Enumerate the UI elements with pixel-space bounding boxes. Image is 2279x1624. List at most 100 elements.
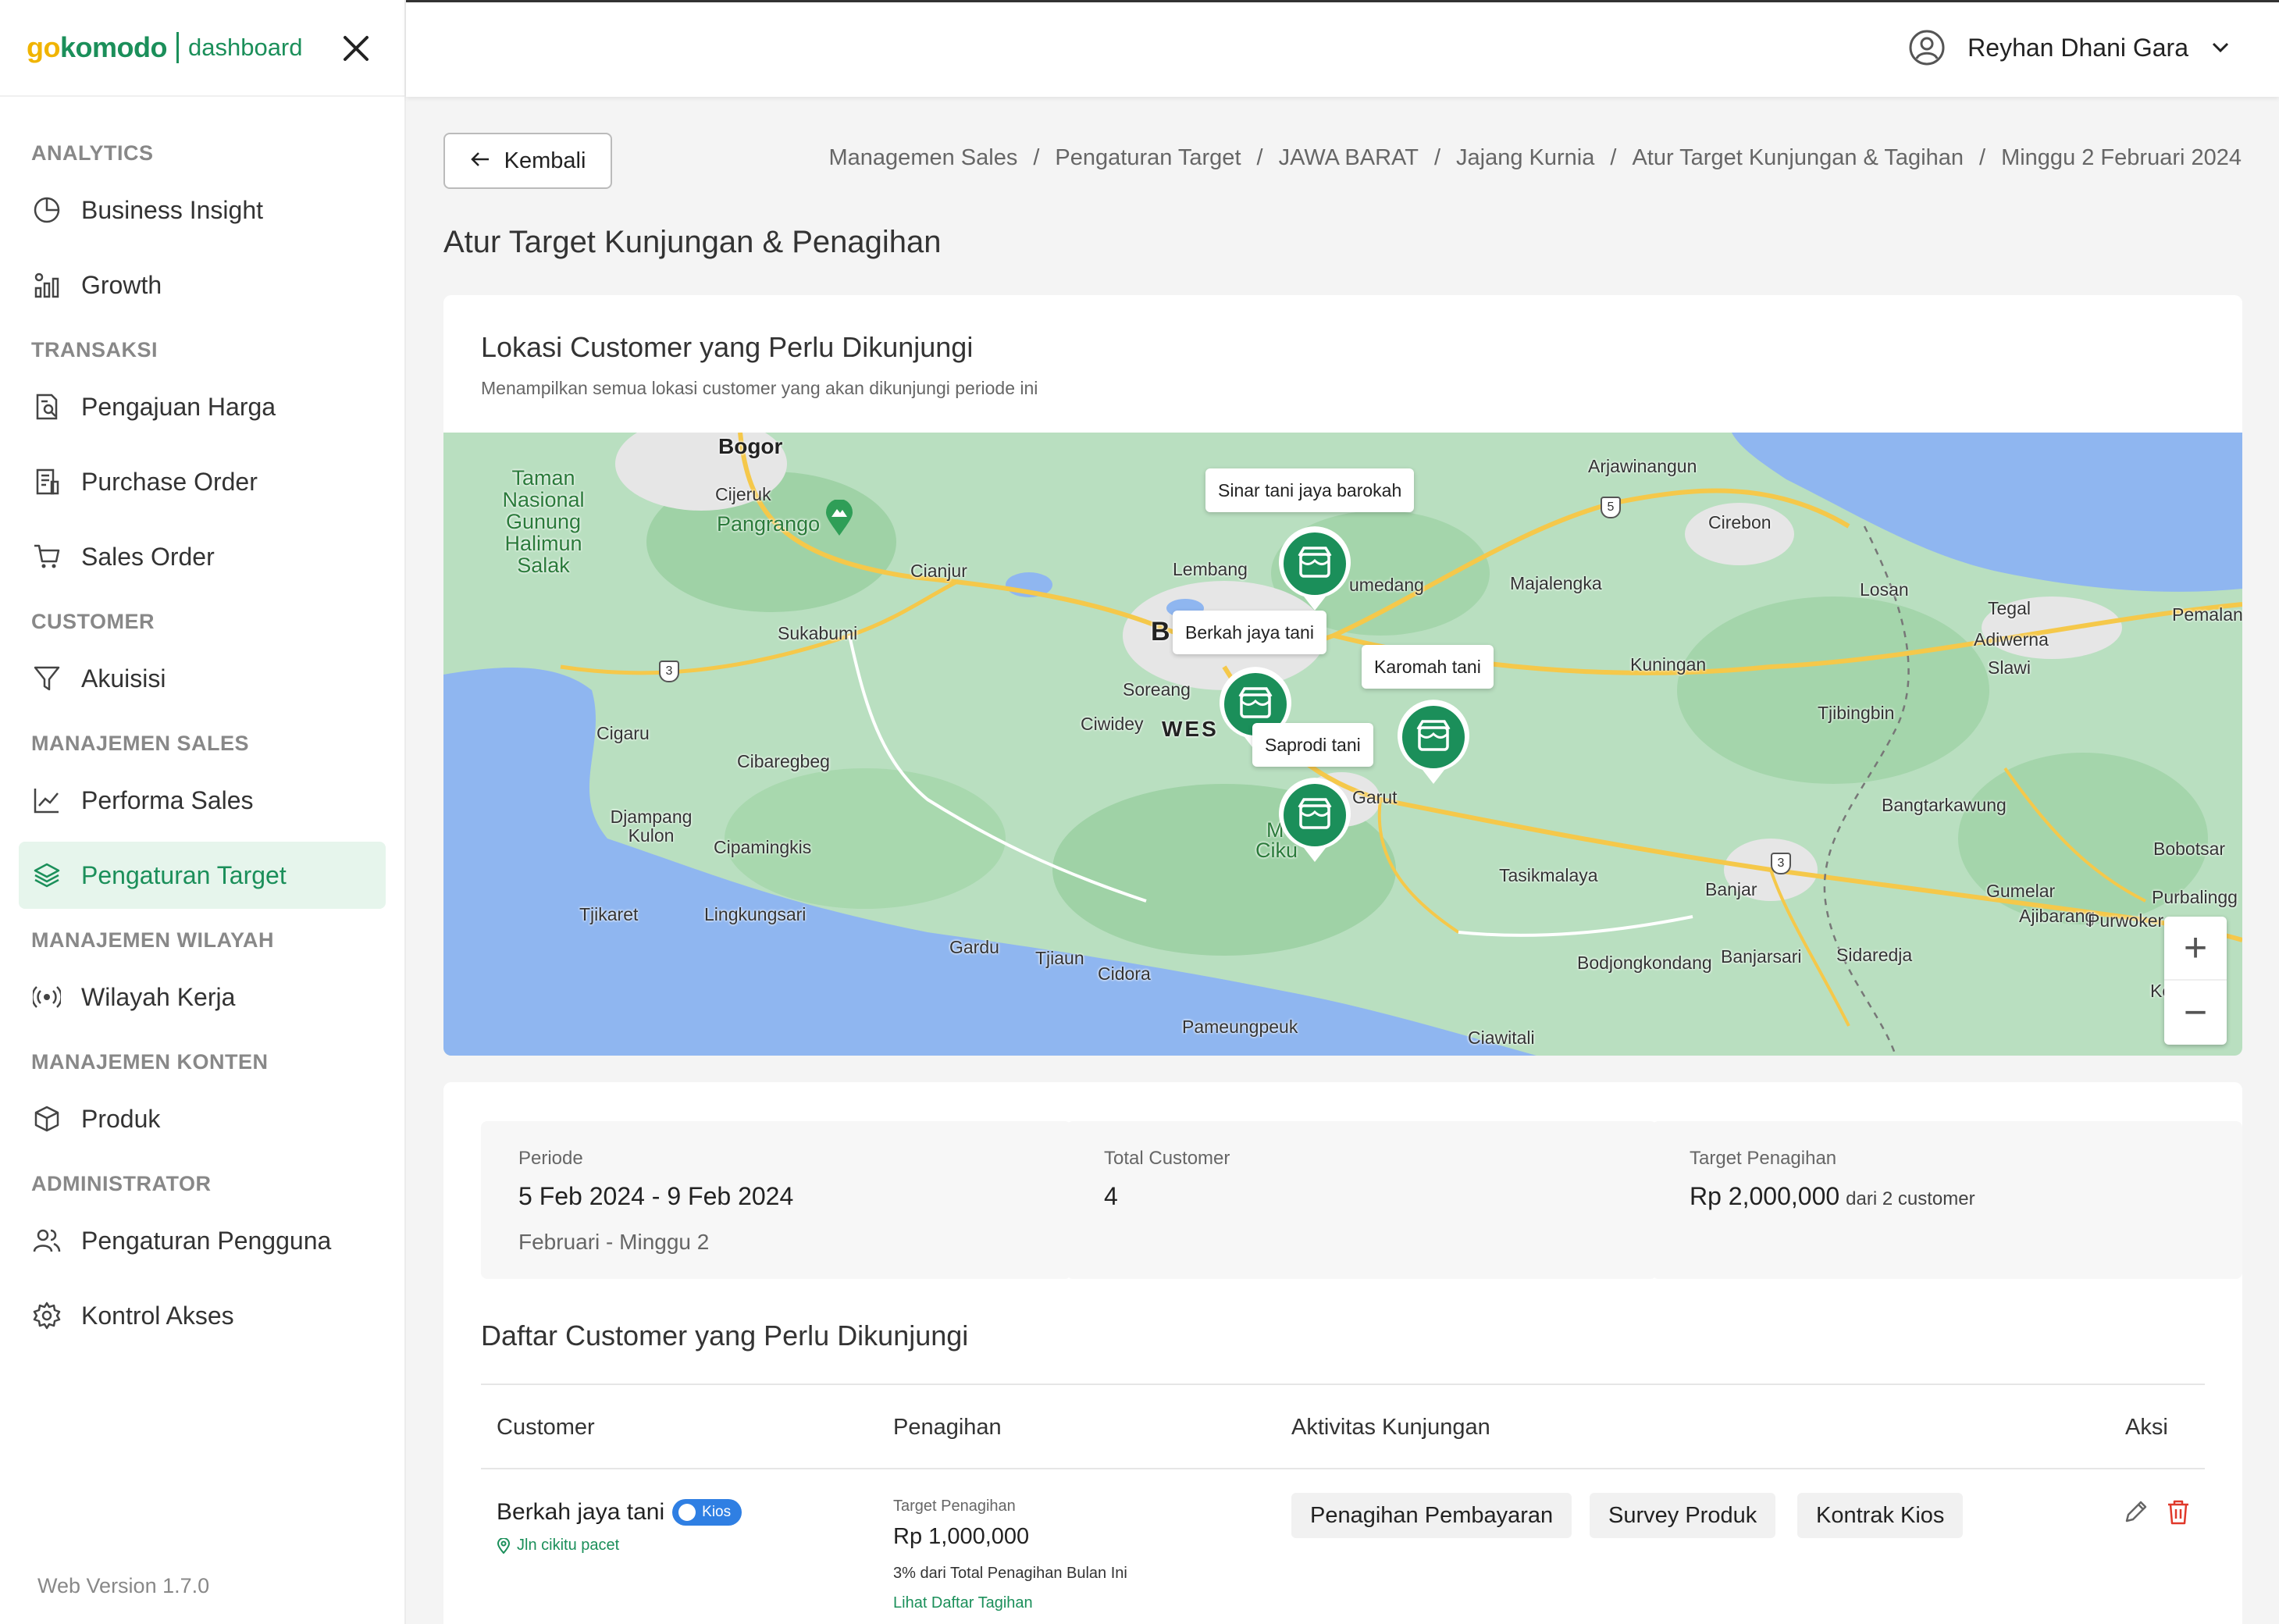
- sidebar-item-label: Wilayah Kerja: [81, 982, 236, 1011]
- logo-divider: [176, 32, 179, 63]
- road-shield-icon: 5: [1601, 497, 1621, 518]
- cart-icon: [31, 541, 62, 572]
- store-icon: [678, 1504, 696, 1521]
- sidebar-item-growth[interactable]: Growth: [19, 251, 386, 319]
- map-label: umedang: [1349, 575, 1424, 595]
- map-label: Sukabumi: [778, 623, 858, 643]
- view-invoices-link[interactable]: Lihat Daftar Tagihan: [893, 1594, 1033, 1612]
- nav-group-label: CUSTOMER: [31, 610, 155, 633]
- breadcrumb-item[interactable]: Pengaturan Target: [1055, 145, 1241, 171]
- invoice-icon: [31, 466, 62, 497]
- stat-periode: Periode 5 Feb 2024 - 9 Feb 2024 Februari…: [481, 1121, 1071, 1279]
- sidebar-item-pengaturan-pengguna[interactable]: Pengaturan Pengguna: [19, 1207, 386, 1274]
- pin-tooltip: Berkah jaya tani: [1173, 611, 1326, 654]
- zoom-out-button[interactable]: −: [2164, 981, 2227, 1045]
- edit-icon[interactable]: [2122, 1498, 2150, 1526]
- sidebar-item-produk[interactable]: Produk: [19, 1085, 386, 1152]
- sidebar-item-label: Pengajuan Harga: [81, 392, 276, 421]
- map-label: Purwoker: [2088, 910, 2164, 931]
- line-chart-icon: [31, 785, 62, 816]
- user-menu[interactable]: Reyhan Dhani Gara: [1908, 29, 2232, 66]
- map-label: Purbalingg: [2152, 887, 2238, 907]
- nav-group-label: MANAJEMEN KONTEN: [31, 1050, 269, 1074]
- top-header: Reyhan Dhani Gara: [406, 0, 2279, 97]
- store-pin-icon[interactable]: [1277, 526, 1352, 612]
- web-version: Web Version 1.7.0: [37, 1574, 210, 1597]
- delete-icon[interactable]: [2164, 1498, 2192, 1526]
- location-pin-icon: [497, 1537, 511, 1554]
- pin-tooltip: Sinar tani jaya barokah: [1205, 468, 1415, 512]
- growth-chart-icon: [31, 269, 62, 301]
- sidebar-item-kontrol-akses[interactable]: Kontrol Akses: [19, 1282, 386, 1349]
- gear-icon: [31, 1300, 62, 1331]
- sidebar-item-performa-sales[interactable]: Performa Sales: [19, 767, 386, 834]
- map-card-subtitle: Menampilkan semua lokasi customer yang a…: [481, 378, 1038, 398]
- nav-group-label: MANAJEMEN WILAYAH: [31, 928, 275, 952]
- user-avatar-icon: [1909, 30, 1945, 66]
- store-pin-icon[interactable]: [1396, 700, 1471, 785]
- column-header: Penagihan: [893, 1415, 1002, 1440]
- map-label: Cijeruk: [715, 484, 771, 504]
- table-header: Customer Penagihan Aktivitas Kunjungan A…: [481, 1384, 2205, 1469]
- map-label: Kuningan: [1630, 654, 1707, 675]
- activity-chip: Kontrak Kios: [1797, 1493, 1964, 1538]
- map-zoom-control: + −: [2164, 917, 2227, 1045]
- map-label: Tasikmalaya: [1499, 865, 1598, 885]
- stat-target-penagihan: Target Penagihan Rp 2,000,000 dari 2 cust…: [1652, 1121, 2242, 1279]
- map-label: Tjiaun: [1035, 948, 1084, 968]
- price-doc-icon: [31, 391, 62, 422]
- customer-list-card: Periode 5 Feb 2024 - 9 Feb 2024 Februari…: [443, 1082, 2242, 1624]
- sidebar-item-akuisisi[interactable]: Akuisisi: [19, 645, 386, 712]
- sidebar-item-pengaturan-target[interactable]: Pengaturan Target: [19, 842, 386, 909]
- chevron-down-icon: [2212, 42, 2229, 53]
- sidebar-item-purchase-order[interactable]: Purchase Order: [19, 448, 386, 515]
- nav-group-label: ADMINISTRATOR: [31, 1172, 212, 1195]
- map-label: Ciwidey: [1081, 714, 1144, 734]
- store-pin-icon[interactable]: [1277, 778, 1352, 864]
- map-label: Tjikaret: [579, 904, 639, 924]
- breadcrumb-item[interactable]: Jajang Kurnia: [1456, 145, 1594, 171]
- map-card-title: Lokasi Customer yang Perlu Dikunjungi: [481, 331, 974, 363]
- sidebar-item-pengajuan-harga[interactable]: Pengajuan Harga: [19, 373, 386, 440]
- list-title: Daftar Customer yang Perlu Dikunjungi: [481, 1320, 969, 1352]
- zoom-in-button[interactable]: +: [2164, 917, 2227, 981]
- logo-suffix: dashboard: [187, 34, 303, 61]
- map-view[interactable]: Bogor Taman Nasional Gunung Halimun Sala…: [443, 433, 2242, 1056]
- sidebar: gokomodo dashboard ANALYTICS Business In…: [0, 0, 406, 1624]
- sidebar-item-label: Pengaturan Target: [81, 860, 287, 889]
- map-label: Garut: [1352, 787, 1398, 807]
- breadcrumb-item[interactable]: JAWA BARAT: [1279, 145, 1419, 171]
- sidebar-item-label: Business Insight: [81, 195, 264, 224]
- map-label: Ajibarang: [2019, 906, 2096, 926]
- map-label: Cianjur: [910, 561, 967, 581]
- stat-subtext: Februari - Minggu 2: [518, 1230, 710, 1254]
- users-icon: [31, 1225, 62, 1256]
- kios-badge: Kios: [672, 1499, 742, 1526]
- logo-row: gokomodo dashboard: [0, 0, 404, 97]
- broadcast-icon: [31, 981, 62, 1013]
- layers-icon: [31, 860, 62, 891]
- map-label: Djampang Kulon: [610, 807, 693, 846]
- page-title: Atur Target Kunjungan & Penagihan: [443, 225, 942, 259]
- sidebar-item-business-insight[interactable]: Business Insight: [19, 176, 386, 244]
- map-label: Bodjongkondang: [1577, 953, 1712, 973]
- close-icon[interactable]: [339, 31, 373, 66]
- box-icon: [31, 1103, 62, 1134]
- map-label: Sidaredja: [1836, 945, 1913, 965]
- breadcrumb-item[interactable]: Managemen Sales: [829, 145, 1018, 171]
- map-label: Bangtarkawung: [1882, 795, 2007, 815]
- sidebar-item-label: Akuisisi: [81, 664, 166, 693]
- map-label: Lembang: [1173, 559, 1248, 579]
- road-shield-icon: 3: [659, 661, 679, 682]
- map-card: Lokasi Customer yang Perlu Dikunjungi Me…: [443, 295, 2242, 1056]
- breadcrumb-current: Minggu 2 Februari 2024: [2001, 145, 2242, 170]
- sidebar-item-sales-order[interactable]: Sales Order: [19, 523, 386, 590]
- stat-value: 5 Feb 2024 - 9 Feb 2024: [518, 1182, 794, 1210]
- activity-chip: Survey Produk: [1590, 1493, 1776, 1538]
- logo[interactable]: gokomodo: [27, 31, 167, 64]
- breadcrumb-item[interactable]: Atur Target Kunjungan & Tagihan: [1632, 145, 1964, 171]
- stat-subtext: dari 2 customer: [1846, 1188, 1975, 1209]
- back-button[interactable]: Kembali: [443, 133, 612, 189]
- customer-address: Jln cikitu pacet: [497, 1537, 619, 1555]
- sidebar-item-wilayah-kerja[interactable]: Wilayah Kerja: [19, 963, 386, 1031]
